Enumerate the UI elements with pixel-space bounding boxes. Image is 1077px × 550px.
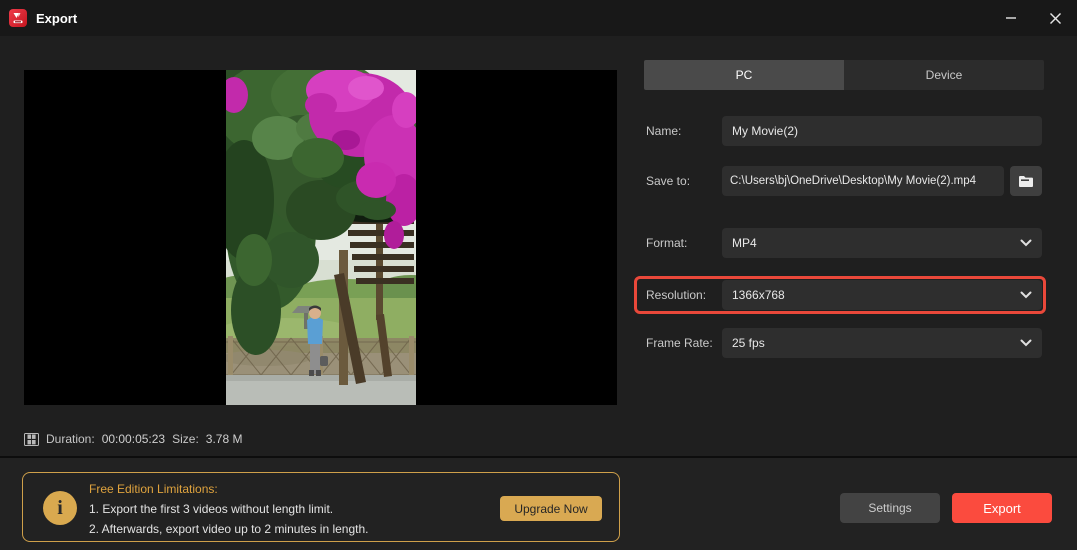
window-title: Export <box>36 10 78 26</box>
save-to-input[interactable]: C:\Users\bj\OneDrive\Desktop\My Movie(2)… <box>722 166 1004 196</box>
frame-rate-select[interactable]: 25 fps <box>722 328 1042 358</box>
tab-pc[interactable]: PC <box>644 60 844 90</box>
resolution-select[interactable]: 1366x768 <box>722 280 1042 310</box>
name-input[interactable]: My Movie(2) <box>722 116 1042 146</box>
frame-rate-value: 25 fps <box>732 336 765 350</box>
duration-label: Duration: <box>46 432 95 446</box>
format-value: MP4 <box>732 236 757 250</box>
settings-button[interactable]: Settings <box>840 493 940 523</box>
format-select[interactable]: MP4 <box>722 228 1042 258</box>
free-edition-notice: i Free Edition Limitations: 1. Export th… <box>22 472 620 542</box>
browse-folder-button[interactable] <box>1010 166 1042 196</box>
chevron-down-icon <box>1020 239 1032 247</box>
size-value: 3.78 M <box>205 432 243 446</box>
close-button[interactable] <box>1033 0 1077 36</box>
save-to-value: C:\Users\bj\OneDrive\Desktop\My Movie(2)… <box>730 175 977 187</box>
target-tabs: PC Device <box>644 60 1044 90</box>
name-label: Name: <box>646 124 682 138</box>
duration-value: 00:00:05:23 <box>101 432 166 446</box>
free-edition-line-2: 2. Afterwards, export video up to 2 minu… <box>89 522 369 536</box>
export-dialog: Export Duration: 00:00:05:23 Size: 3.78 … <box>0 0 1077 550</box>
minimize-button[interactable] <box>989 0 1033 36</box>
free-edition-title: Free Edition Limitations: <box>89 482 218 496</box>
folder-icon <box>1019 175 1033 187</box>
format-label: Format: <box>646 236 688 250</box>
export-button[interactable]: Export <box>952 493 1052 523</box>
video-preview-area <box>24 70 617 405</box>
save-to-label: Save to: <box>646 174 691 188</box>
free-edition-line-1: 1. Export the first 3 videos without len… <box>89 502 334 516</box>
resolution-value: 1366x768 <box>732 288 785 302</box>
app-logo-icon <box>9 9 27 27</box>
size-label: Size: <box>172 432 199 446</box>
frame-rate-label: Frame Rate: <box>646 336 713 350</box>
info-icon: i <box>43 491 77 525</box>
filmstrip-icon <box>24 432 39 446</box>
bottom-bar: i Free Edition Limitations: 1. Export th… <box>0 456 1077 550</box>
upgrade-now-button[interactable]: Upgrade Now <box>500 496 602 521</box>
chevron-down-icon <box>1020 339 1032 347</box>
video-preview-frame <box>225 70 416 405</box>
chevron-down-icon <box>1020 291 1032 299</box>
name-value: My Movie(2) <box>732 124 799 138</box>
tab-device[interactable]: Device <box>844 60 1044 90</box>
title-bar: Export <box>0 0 1077 36</box>
resolution-label: Resolution: <box>646 288 707 302</box>
clip-meta-row: Duration: 00:00:05:23 Size: 3.78 M <box>24 430 242 448</box>
